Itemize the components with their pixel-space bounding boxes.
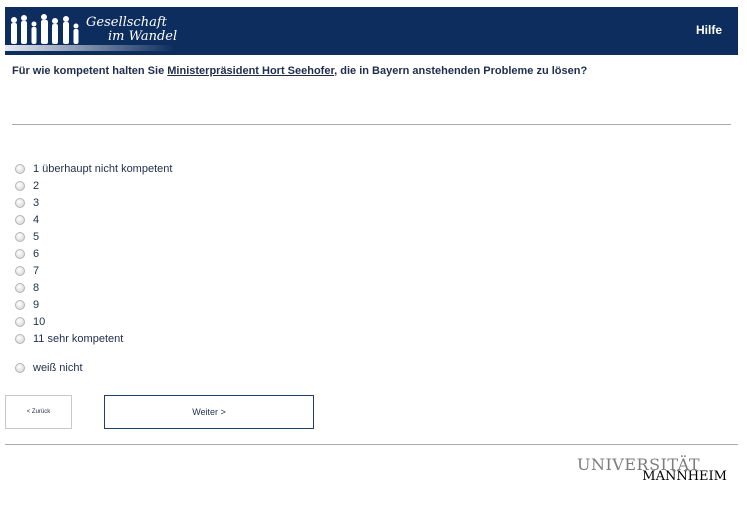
option-4[interactable]: 4 [15, 212, 39, 228]
university-logo-line2: MANNHEIM [642, 469, 727, 484]
question-prefix: Für wie kompetent halten Sie [12, 65, 168, 77]
radio-icon[interactable] [15, 363, 25, 373]
option-11[interactable]: 11 sehr kompetent [15, 331, 123, 347]
option-label: 10 [33, 316, 46, 328]
option-dont-know[interactable]: weiß nicht [15, 360, 83, 376]
option-9[interactable]: 9 [15, 297, 39, 313]
option-5[interactable]: 5 [15, 229, 39, 245]
option-label: 3 [33, 197, 40, 209]
question-link[interactable]: Ministerpräsident Hort Seehofer [167, 65, 334, 77]
logo-line2: im Wandel [108, 29, 178, 44]
option-label: 4 [33, 214, 40, 226]
option-label: 8 [33, 282, 40, 294]
radio-icon[interactable] [15, 215, 25, 225]
option-2[interactable]: 2 [15, 178, 39, 194]
option-label: 1 überhaupt nicht kompetent [33, 163, 173, 175]
help-link[interactable]: Hilfe [696, 23, 722, 37]
radio-icon[interactable] [15, 232, 25, 242]
radio-icon[interactable] [15, 334, 25, 344]
radio-icon[interactable] [15, 317, 25, 327]
option-8[interactable]: 8 [15, 280, 39, 296]
option-6[interactable]: 6 [15, 246, 39, 262]
radio-icon[interactable] [15, 249, 25, 259]
radio-icon[interactable] [15, 283, 25, 293]
option-1[interactable]: 1 überhaupt nicht kompetent [15, 161, 172, 177]
radio-icon[interactable] [15, 266, 25, 276]
university-logo: UNIVERSITÄT MANNHEIM [577, 455, 729, 487]
radio-icon[interactable] [15, 164, 25, 174]
option-label: 7 [33, 265, 40, 277]
option-3[interactable]: 3 [15, 195, 39, 211]
radio-icon[interactable] [15, 181, 25, 191]
option-10[interactable]: 10 [15, 314, 45, 330]
divider-top [12, 124, 731, 125]
option-label: 5 [33, 231, 40, 243]
question-text: Für wie kompetent halten Sie Ministerprä… [12, 65, 587, 77]
header-bar: Gesellschaft im Wandel Hilfe [5, 7, 738, 55]
radio-icon[interactable] [15, 300, 25, 310]
option-label: weiß nicht [33, 362, 83, 374]
back-button[interactable]: < Zurück [5, 395, 72, 429]
option-label: 6 [33, 248, 40, 260]
option-label: 2 [33, 180, 40, 192]
option-7[interactable]: 7 [15, 263, 39, 279]
question-suffix: , die in Bayern anstehenden Probleme zu … [334, 65, 588, 77]
divider-bottom [5, 444, 738, 445]
next-button[interactable]: Weiter > [104, 395, 314, 429]
option-label: 9 [33, 299, 40, 311]
logo-line1: Gesellschaft [86, 15, 167, 30]
option-label: 11 sehr kompetent [33, 333, 124, 345]
radio-icon[interactable] [15, 198, 25, 208]
